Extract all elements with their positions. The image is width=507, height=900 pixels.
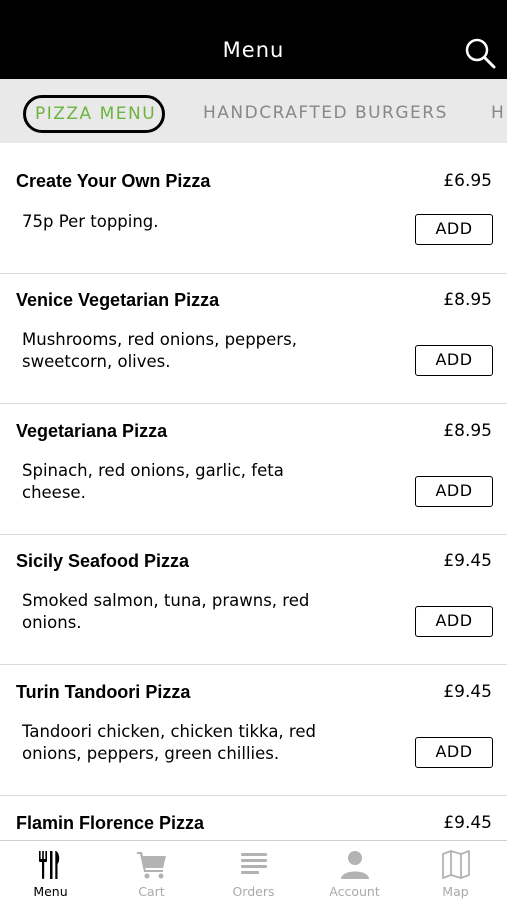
menu-item: Sicily Seafood Pizza £9.45 Smoked salmon… <box>0 534 507 665</box>
menu-item: Vegetariana Pizza £8.95 Spinach, red oni… <box>0 404 507 535</box>
item-description: Tandoori chicken, chicken tikka, red oni… <box>22 722 316 763</box>
add-button[interactable]: ADD <box>415 345 493 376</box>
cart-icon <box>137 852 166 879</box>
tabbar-cart[interactable]: Cart <box>101 841 202 900</box>
item-name: Vegetariana Pizza <box>16 421 168 441</box>
search-icon <box>465 38 496 69</box>
menu-item-list: Create Your Own Pizza £6.95 75p Per topp… <box>0 143 507 840</box>
tabbar-account[interactable]: Account <box>304 841 405 900</box>
item-name: Venice Vegetarian Pizza <box>16 290 220 310</box>
item-name: Create Your Own Pizza <box>16 171 211 191</box>
add-button[interactable]: ADD <box>415 214 493 245</box>
item-name: Sicily Seafood Pizza <box>16 551 190 571</box>
item-name: Flamin Florence Pizza <box>16 813 205 833</box>
item-description: Spinach, red onions, garlic, feta cheese… <box>22 461 284 502</box>
tab-handcrafted-burgers[interactable]: HANDCRAFTED BURGERS <box>203 103 448 123</box>
search-button[interactable] <box>463 36 497 70</box>
item-price: £8.95 <box>443 290 492 310</box>
menu-item: Venice Vegetarian Pizza £8.95 Mushrooms,… <box>0 273 507 404</box>
top-bar: Menu <box>0 0 507 79</box>
tabbar-label: Map <box>442 884 469 899</box>
item-price: £8.95 <box>443 421 492 441</box>
orders-list-icon <box>241 853 267 874</box>
tabbar-label: Cart <box>138 884 165 899</box>
item-description: Mushrooms, red onions, peppers, sweetcor… <box>22 330 297 371</box>
bottom-tab-bar: Menu Cart Orders Account Map <box>0 840 507 900</box>
tabbar-label: Account <box>329 884 380 899</box>
item-description: 75p Per topping. <box>22 212 159 231</box>
person-icon <box>341 851 369 879</box>
tabbar-orders[interactable]: Orders <box>203 841 304 900</box>
item-name: Turin Tandoori Pizza <box>16 682 191 702</box>
tabbar-label: Menu <box>33 884 68 899</box>
item-price: £9.45 <box>443 813 492 833</box>
tabbar-label: Orders <box>232 884 275 899</box>
category-tabs: PIZZA MENU HANDCRAFTED BURGERS H <box>0 79 507 143</box>
menu-item: Create Your Own Pizza £6.95 75p Per topp… <box>0 143 507 274</box>
cutlery-icon <box>39 851 60 879</box>
add-button[interactable]: ADD <box>415 737 493 768</box>
tabbar-map[interactable]: Map <box>405 841 506 900</box>
add-button[interactable]: ADD <box>415 476 493 507</box>
item-price: £9.45 <box>443 682 492 702</box>
item-price: £6.95 <box>443 171 492 191</box>
tab-next-category[interactable]: H <box>491 103 505 123</box>
item-description: Smoked salmon, tuna, prawns, red onions. <box>22 591 310 632</box>
tabbar-menu[interactable]: Menu <box>0 841 101 900</box>
menu-item: Turin Tandoori Pizza £9.45 Tandoori chic… <box>0 665 507 796</box>
menu-item: Flamin Florence Pizza £9.45 <box>0 796 507 840</box>
tab-pizza-menu[interactable]: PIZZA MENU <box>23 95 165 133</box>
page-title: Menu <box>222 38 285 62</box>
add-button[interactable]: ADD <box>415 606 493 637</box>
map-icon <box>442 850 470 879</box>
item-price: £9.45 <box>443 551 492 571</box>
